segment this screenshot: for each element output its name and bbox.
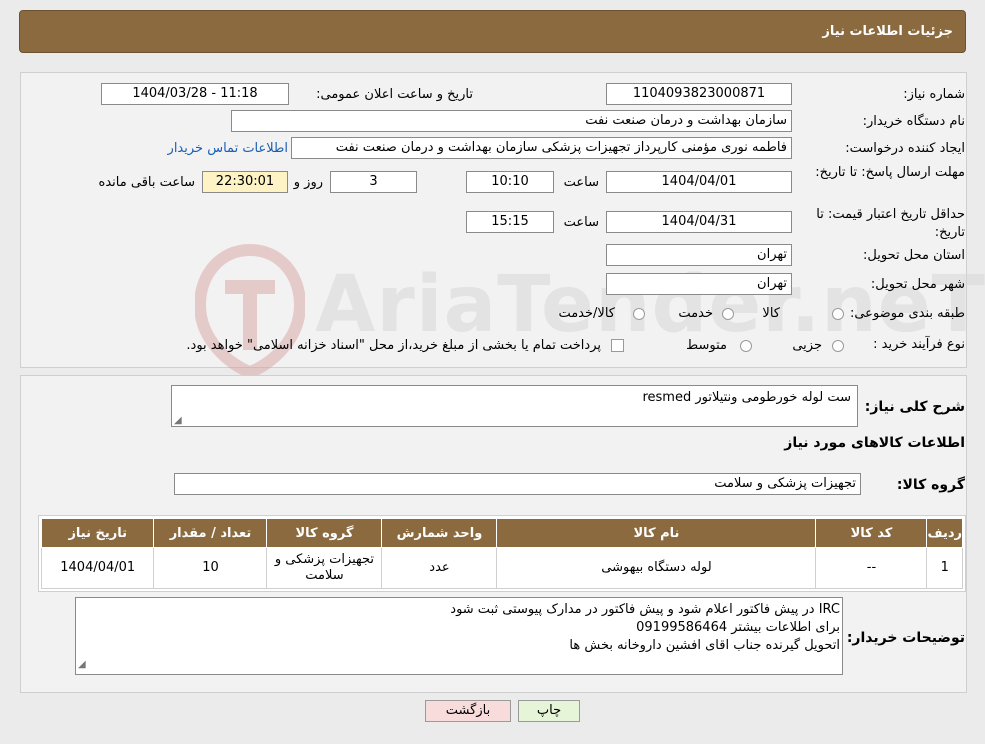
back-button[interactable]: بازگشت	[425, 700, 511, 722]
validity-time-field: 15:15	[466, 211, 554, 233]
validity-label: حداقل تاریخ اعتبار قیمت: تا تاریخ:	[816, 207, 965, 240]
deadline-label: مهلت ارسال پاسخ: تا تاریخ:	[815, 165, 965, 180]
cell-goods-code: --	[815, 547, 928, 589]
cell-quantity: 10	[153, 547, 268, 589]
buyer-org-label: نام دستگاه خریدار:	[862, 114, 965, 129]
remaining-label: ساعت باقی مانده	[98, 175, 195, 190]
buyer-contact-link[interactable]: اطلاعات تماس خریدار	[168, 141, 288, 156]
category-service-radio[interactable]	[722, 308, 734, 320]
category-goods-service-radio[interactable]	[633, 308, 645, 320]
days-label: روز و	[293, 175, 323, 190]
purchase-medium-radio[interactable]	[740, 340, 752, 352]
col-goods-group: گروه کالا	[266, 518, 383, 548]
table-header-row: ردیف کد کالا نام کالا واحد شمارش گروه کا…	[40, 518, 963, 548]
cell-unit: عدد	[381, 547, 498, 589]
province-label: استان محل تحویل:	[863, 248, 965, 263]
purchase-type-label: نوع فرآیند خرید :	[873, 337, 965, 352]
watermark-mark-icon	[195, 243, 305, 379]
notes-line: IRC در پیش فاکتور اعلام شود و پیش فاکتور…	[450, 602, 840, 617]
remaining-time-field: 22:30:01	[202, 171, 288, 193]
cell-row-number: 1	[926, 547, 963, 589]
province-field: تهران	[606, 244, 792, 266]
validity-date-field: 1404/04/31	[606, 211, 792, 233]
description-label: شرح کلی نیاز:	[864, 399, 965, 415]
cell-goods-group: تجهیزات پزشکی و سلامت	[266, 547, 383, 589]
table-row: 1 -- لوله دستگاه بیهوشی عدد تجهیزات پزشک…	[40, 547, 963, 589]
description-text: ست لوله خورطومی ونتیلاتور resmed	[642, 390, 851, 405]
category-goods-label: کالا	[762, 306, 780, 321]
category-goods-radio[interactable]	[832, 308, 844, 320]
items-table-wrap: ردیف کد کالا نام کالا واحد شمارش گروه کا…	[38, 515, 966, 592]
cell-goods-name: لوله دستگاه بیهوشی	[496, 547, 817, 589]
need-number-field: 1104093823000871	[606, 83, 792, 105]
items-table: ردیف کد کالا نام کالا واحد شمارش گروه کا…	[40, 518, 963, 589]
col-row-number: ردیف	[926, 518, 963, 548]
notes-label: توضیحات خریدار:	[846, 630, 965, 646]
goods-group-field: تجهیزات پزشکی و سلامت	[174, 473, 861, 495]
resize-grip-icon: ◢	[174, 415, 182, 426]
purchase-small-radio[interactable]	[832, 340, 844, 352]
cell-need-date: 1404/04/01	[40, 547, 155, 589]
purchase-small-label: جزیی	[792, 338, 822, 353]
category-label: طبقه بندی موضوعی:	[849, 306, 965, 321]
creator-label: ایجاد کننده درخواست:	[845, 141, 965, 156]
page-title: جزئیات اطلاعات نیاز	[822, 24, 953, 39]
city-field: تهران	[606, 273, 792, 295]
notes-field: IRC در پیش فاکتور اعلام شود و پیش فاکتور…	[75, 597, 843, 675]
notes-line: برای اطلاعات بیشتر 09199586464	[636, 620, 840, 635]
page-header: جزئیات اطلاعات نیاز	[19, 10, 966, 53]
goods-info-title: اطلاعات کالاهای مورد نیاز	[784, 435, 965, 451]
goods-group-label: گروه کالا:	[896, 477, 965, 493]
col-goods-name: نام کالا	[496, 518, 817, 548]
description-field: ست لوله خورطومی ونتیلاتور resmed ◢	[171, 385, 858, 427]
category-goods-service-label: کالا/خدمت	[558, 306, 615, 321]
days-count-field: 3	[330, 171, 417, 193]
resize-grip-icon: ◢	[78, 659, 86, 670]
announce-label: تاریخ و ساعت اعلان عمومی:	[316, 87, 473, 102]
col-quantity: تعداد / مقدار	[153, 518, 268, 548]
print-button[interactable]: چاپ	[518, 700, 580, 722]
payment-checkbox[interactable]	[611, 339, 624, 352]
col-goods-code: کد کالا	[815, 518, 928, 548]
col-need-date: تاریخ نیاز	[40, 518, 155, 548]
deadline-date-field: 1404/04/01	[606, 171, 792, 193]
col-unit: واحد شمارش	[381, 518, 498, 548]
purchase-medium-label: متوسط	[686, 338, 727, 353]
validity-time-label: ساعت	[563, 215, 599, 230]
payment-note: پرداخت تمام یا بخشی از مبلغ خرید،از محل …	[186, 338, 601, 353]
deadline-time-field: 10:10	[466, 171, 554, 193]
category-service-label: خدمت	[678, 306, 713, 321]
deadline-time-label: ساعت	[563, 175, 599, 190]
announce-field: 1404/03/28 - 11:18	[101, 83, 289, 105]
city-label: شهر محل تحویل:	[870, 277, 965, 292]
creator-field: فاطمه نوری مؤمنی کارپرداز تجهیزات پزشکی …	[291, 137, 792, 159]
need-number-label: شماره نیاز:	[903, 87, 965, 102]
notes-line: اتحویل گیرنده جناب اقای افشین داروخانه ب…	[569, 638, 840, 653]
buyer-org-field: سازمان بهداشت و درمان صنعت نفت	[231, 110, 792, 132]
